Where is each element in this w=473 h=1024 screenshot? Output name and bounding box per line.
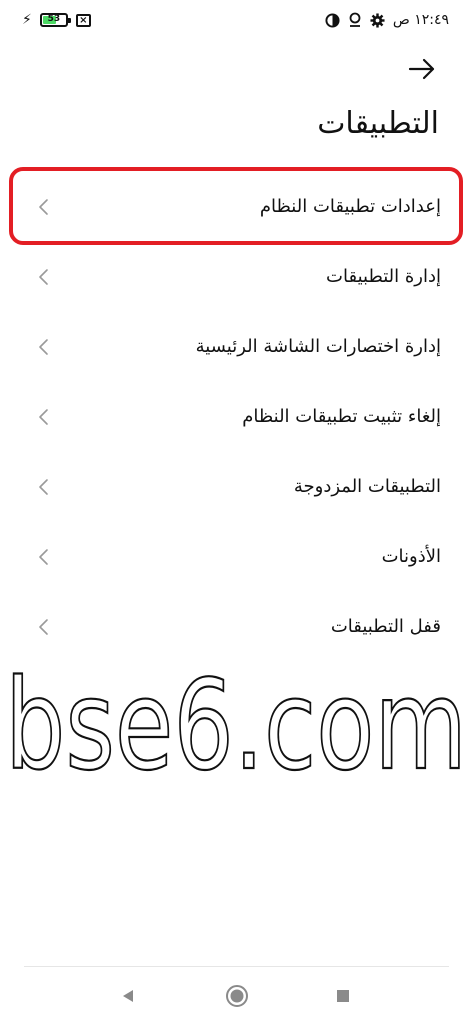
list-item-label: إلغاء تثبيت تطبيقات النظام <box>242 406 441 427</box>
data-saver-icon <box>325 12 340 28</box>
recents-square-icon <box>337 990 349 1002</box>
nav-recents-button[interactable] <box>330 983 356 1009</box>
nav-divider <box>24 966 449 967</box>
location-icon <box>349 12 361 27</box>
list-item-label: إعدادات تطبيقات النظام <box>259 196 441 217</box>
battery-icon: 53 <box>39 13 71 27</box>
settings-list: إعدادات تطبيقات النظام إدارة التطبيقات إ… <box>0 172 473 662</box>
chevron-left-icon <box>39 409 48 425</box>
list-item-manage-apps[interactable]: إدارة التطبيقات <box>0 242 473 312</box>
watermark-text: bse6.com <box>5 654 467 798</box>
nav-home-button[interactable] <box>224 983 250 1009</box>
watermark: bse6.com <box>4 653 468 798</box>
home-circle-icon <box>226 985 248 1007</box>
list-item-label: إدارة التطبيقات <box>326 266 441 287</box>
back-triangle-icon <box>123 990 133 1002</box>
chevron-left-icon <box>39 479 48 495</box>
list-item-label: إدارة اختصارات الشاشة الرئيسية <box>195 336 441 357</box>
back-button[interactable] <box>405 54 439 84</box>
list-item-label: التطبيقات المزدوجة <box>293 476 441 497</box>
list-item-home-shortcuts[interactable]: إدارة اختصارات الشاشة الرئيسية <box>0 312 473 382</box>
gear-icon <box>370 12 385 28</box>
list-item-permissions[interactable]: الأذونات <box>0 522 473 592</box>
nav-back-button[interactable] <box>115 983 141 1009</box>
status-left: ⚡ 53 × <box>22 9 91 31</box>
no-sim-icon: × <box>75 13 91 27</box>
list-item-dual-apps[interactable]: التطبيقات المزدوجة <box>0 452 473 522</box>
list-item-system-app-settings[interactable]: إعدادات تطبيقات النظام <box>0 172 473 242</box>
chevron-left-icon <box>39 619 48 635</box>
arrow-right-icon <box>408 58 435 80</box>
status-right: ١٢:٤٩ ص <box>325 9 449 31</box>
chevron-left-icon <box>39 199 48 215</box>
list-item-uninstall-system-apps[interactable]: إلغاء تثبيت تطبيقات النظام <box>0 382 473 452</box>
charging-bolt-icon: ⚡ <box>22 12 32 28</box>
battery-level: 53 <box>47 14 61 24</box>
status-time: ١٢:٤٩ ص <box>392 12 449 28</box>
chevron-left-icon <box>39 549 48 565</box>
list-item-label: الأذونات <box>381 546 441 567</box>
chevron-left-icon <box>39 269 48 285</box>
chevron-left-icon <box>39 339 48 355</box>
status-bar: ⚡ 53 × ١٢:٤٩ ص <box>0 0 473 40</box>
page-title: التطبيقات <box>317 106 439 141</box>
